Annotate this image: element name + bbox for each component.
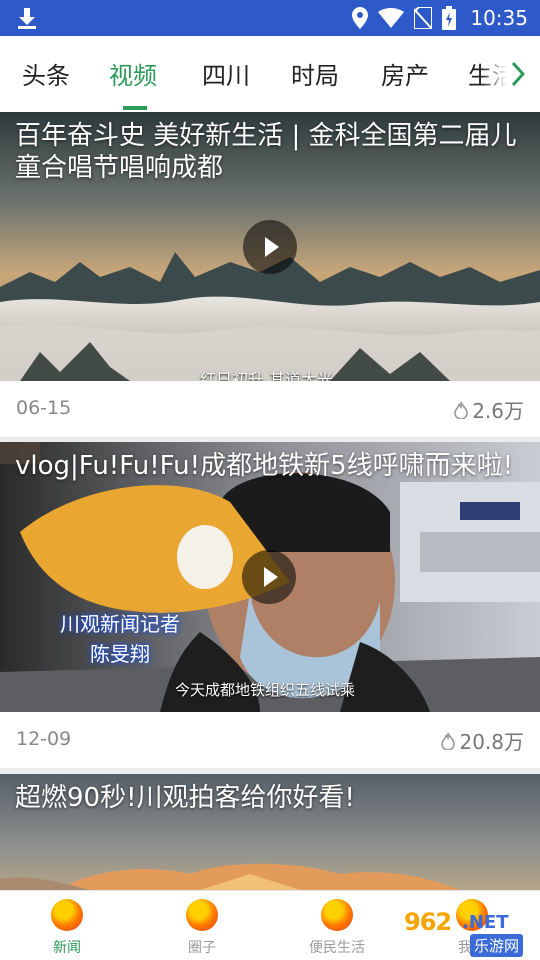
view-count-value: 2.6万: [472, 399, 524, 423]
video-thumbnail[interactable]: 百年奋斗史 美好新生活 | 金科全国第二届儿童合唱节唱响成都 红日初升 其道大光: [0, 112, 540, 381]
watermark-site: 乐游网: [470, 934, 524, 957]
video-caption: 红日初升 其道大光: [200, 370, 334, 381]
view-count: 2.6万: [454, 395, 524, 424]
smiley-icon: [186, 899, 218, 931]
video-title[interactable]: 超燃90秒!川观拍客给你好看!: [15, 782, 520, 814]
watermark-number: 962: [404, 908, 452, 936]
video-thumbnail[interactable]: vlog|Fu!Fu!Fu!成都地铁新5线呼啸而来啦! 川观新闻记者 陈旻翔 今…: [0, 442, 540, 712]
video-card[interactable]: 百年奋斗史 美好新生活 | 金科全国第二届儿童合唱节唱响成都 红日初升 其道大光…: [0, 112, 540, 437]
reporter-name-overlay: 陈旻翔: [90, 642, 150, 666]
active-tab-indicator: [123, 106, 147, 110]
download-icon: [18, 8, 36, 29]
view-count-value: 20.8万: [459, 730, 524, 754]
nav-circle[interactable]: 圈子: [152, 891, 252, 960]
view-count: 20.8万: [441, 726, 524, 755]
clock: 10:35: [470, 6, 528, 30]
nav-circle-label: 圈子: [188, 940, 216, 956]
chevron-right-icon[interactable]: [508, 60, 528, 88]
flame-icon: [441, 732, 456, 750]
nav-news-label: 新闻: [53, 940, 81, 956]
nav-news[interactable]: 新闻: [17, 891, 117, 960]
video-card[interactable]: vlog|Fu!Fu!Fu!成都地铁新5线呼啸而来啦! 川观新闻记者 陈旻翔 今…: [0, 442, 540, 768]
reporter-overlay: 川观新闻记者: [60, 612, 180, 636]
wifi-icon: [378, 8, 405, 28]
video-meta-row: 06-15 2.6万: [0, 381, 540, 437]
video-title[interactable]: vlog|Fu!Fu!Fu!成都地铁新5线呼啸而来啦!: [15, 450, 520, 482]
news-icon: [51, 899, 83, 931]
no-sim-icon: [414, 7, 433, 29]
video-thumbnail[interactable]: 超燃90秒!川观拍客给你好看!: [0, 774, 540, 890]
flame-icon: [454, 401, 468, 419]
tab-headlines[interactable]: 头条: [22, 56, 70, 91]
tab-real-estate[interactable]: 房产: [381, 56, 429, 91]
nav-services-label: 便民生活: [309, 940, 365, 956]
location-icon: [352, 7, 369, 29]
play-button[interactable]: [243, 220, 297, 274]
video-caption: 今天成都地铁组织五线试乘: [175, 681, 356, 699]
nav-services[interactable]: 便民生活: [287, 891, 387, 960]
home-icon: [321, 899, 353, 931]
category-tab-bar: 头条 视频 四川 时局 房产 生活: [0, 36, 540, 112]
watermark-suffix: .NET: [462, 912, 509, 933]
video-title[interactable]: 百年奋斗史 美好新生活 | 金科全国第二届儿童合唱节唱响成都: [15, 120, 520, 184]
site-watermark: 962 .NET 乐游网: [400, 908, 540, 960]
status-bar: 10:35: [0, 0, 540, 36]
battery-charging-icon: [442, 6, 457, 30]
play-button[interactable]: [242, 550, 296, 604]
publish-date: 06-15: [16, 397, 72, 419]
video-card[interactable]: 超燃90秒!川观拍客给你好看!: [0, 774, 540, 890]
tab-video[interactable]: 视频: [109, 56, 157, 91]
tab-politics[interactable]: 时局: [291, 56, 339, 91]
publish-date: 12-09: [16, 728, 72, 750]
tab-sichuan[interactable]: 四川: [202, 56, 250, 91]
video-meta-row: 12-09 20.8万: [0, 712, 540, 768]
